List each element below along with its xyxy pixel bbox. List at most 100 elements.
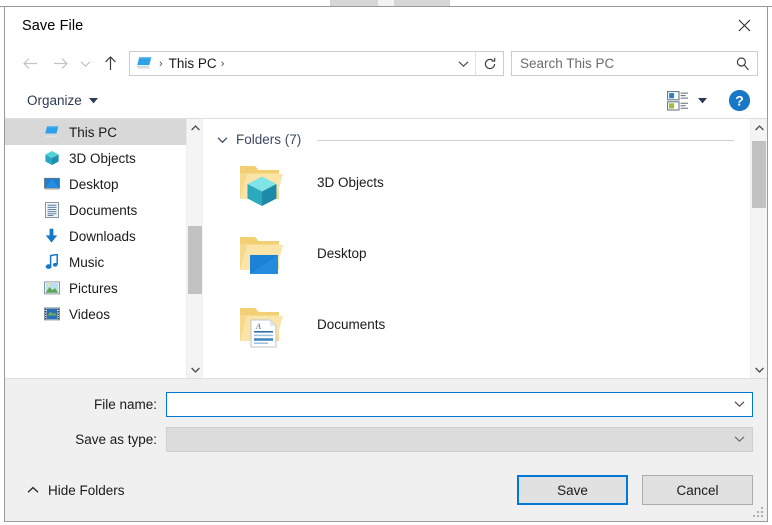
cancel-button-label: Cancel [676,482,719,498]
scroll-down-button[interactable] [187,361,203,378]
refresh-button[interactable] [475,52,503,75]
sidebar-item-label: Downloads [69,228,136,244]
folders-group-header[interactable]: Folders (7) [203,119,750,147]
sidebar-item-downloads[interactable]: Downloads [5,223,186,249]
scrollbar-thumb[interactable] [188,226,202,294]
chevron-down-icon [80,60,90,67]
navigation-pane-scrollbar[interactable] [186,119,203,378]
scrollbar-track[interactable] [187,136,203,361]
folder-item-desktop[interactable]: Desktop [203,218,750,289]
scroll-down-button[interactable] [751,361,767,378]
sidebar-item-label: Pictures [69,280,118,296]
sidebar-item-documents[interactable]: Documents [5,197,186,223]
sidebar-item-label: Videos [69,306,111,322]
title-bar: Save File [5,7,767,44]
dialog-title: Save File [22,17,84,34]
folders-group-rule [317,140,734,141]
sidebar-item-label: Documents [69,202,138,218]
this-pc-icon [43,124,60,141]
folders-group-label: Folders (7) [236,132,302,147]
organize-label: Organize [27,93,82,108]
address-bar[interactable]: › This PC › [129,51,504,76]
scroll-up-icon [190,124,200,130]
sidebar-item-videos[interactable]: Videos [5,301,186,327]
chevron-down-icon [734,401,745,408]
file-name-dropdown-button[interactable] [727,400,752,408]
hide-folders-button[interactable]: Hide Folders [23,479,129,502]
sidebar-item-music[interactable]: Music [5,249,186,275]
dialog-footer: Hide Folders Save Cancel [5,459,767,521]
scroll-down-icon [754,367,764,373]
view-options-button[interactable] [665,88,709,114]
search-button[interactable] [727,56,757,71]
caret-down-icon [698,97,707,103]
chevron-down-icon [217,136,228,143]
folder-3d-objects-icon [236,159,294,207]
file-browser-body: This PC 3D Objects Desktop Documents Dow… [5,119,767,379]
save-button[interactable]: Save [517,475,628,505]
videos-icon [43,306,60,323]
scrollbar-thumb[interactable] [752,140,766,208]
up-one-level-button[interactable] [95,49,125,79]
back-arrow-icon [22,58,37,69]
caret-down-icon [88,97,98,103]
pictures-icon [43,280,60,297]
scroll-up-button[interactable] [751,119,767,136]
close-button[interactable] [721,7,767,43]
save-as-type-dropdown-button[interactable] [727,435,752,443]
folder-desktop-icon [236,230,294,278]
search-input[interactable] [512,55,727,72]
cancel-button[interactable]: Cancel [642,475,753,505]
save-as-type-label: Save as type: [75,431,157,447]
refresh-icon [484,57,495,69]
folder-documents-icon: A [236,301,294,349]
save-as-type-input[interactable] [167,430,727,448]
chevron-down-icon [458,60,468,67]
breadcrumb-this-pc[interactable]: This PC [169,56,217,71]
file-list-scrollbar[interactable] [750,119,767,378]
save-as-type-row: Save as type: [5,424,767,454]
file-name-row: File name: [5,389,767,419]
3d-objects-icon [43,150,60,167]
back-button[interactable] [15,49,45,79]
sidebar-item-label: Desktop [69,176,119,192]
recent-locations-button[interactable] [75,49,95,79]
sidebar-item-desktop[interactable]: Desktop [5,171,186,197]
save-button-label: Save [557,482,588,498]
help-button[interactable]: ? [725,87,753,115]
resize-grip-icon[interactable] [752,506,764,518]
folder-item-label: Desktop [317,246,367,261]
sidebar-item-label: Music [69,254,105,270]
sidebar-item-label: This PC [69,124,118,140]
sidebar-item-3d-objects[interactable]: 3D Objects [5,145,186,171]
save-form: File name: Save as type: [5,379,767,459]
chevron-up-icon [27,486,39,493]
hide-folders-label: Hide Folders [48,482,125,498]
svg-text:A: A [255,322,261,331]
forward-button[interactable] [45,49,75,79]
file-name-combobox[interactable] [166,391,753,417]
downloads-icon [43,228,60,245]
file-list-pane: Folders (7) 3D Objects Desktop A Documen… [203,119,750,378]
file-name-input[interactable] [167,395,727,413]
organize-button[interactable]: Organize [23,90,102,111]
folder-item-3d-objects[interactable]: 3D Objects [203,147,750,218]
scroll-up-button[interactable] [187,119,203,136]
command-bar: Organize ? [5,83,767,119]
sidebar-item-this-pc[interactable]: This PC [5,119,186,145]
folder-item-documents[interactable]: A Documents [203,289,750,360]
address-history-dropdown-button[interactable] [451,52,475,75]
chevron-down-icon [734,436,745,443]
save-file-dialog: Save File › This PC › Search This PC Org… [4,7,768,522]
search-icon [736,57,749,71]
sidebar-item-label: 3D Objects [69,150,136,166]
scroll-up-icon [754,124,764,130]
scrollbar-track[interactable] [751,136,767,361]
breadcrumb-separator-trailing[interactable]: › [217,58,231,70]
search-box[interactable] [511,51,758,76]
save-as-type-combobox[interactable] [166,426,753,452]
view-details-icon [667,90,688,110]
up-arrow-icon [104,56,116,70]
sidebar-item-pictures[interactable]: Pictures [5,275,186,301]
help-icon: ? [728,89,750,112]
